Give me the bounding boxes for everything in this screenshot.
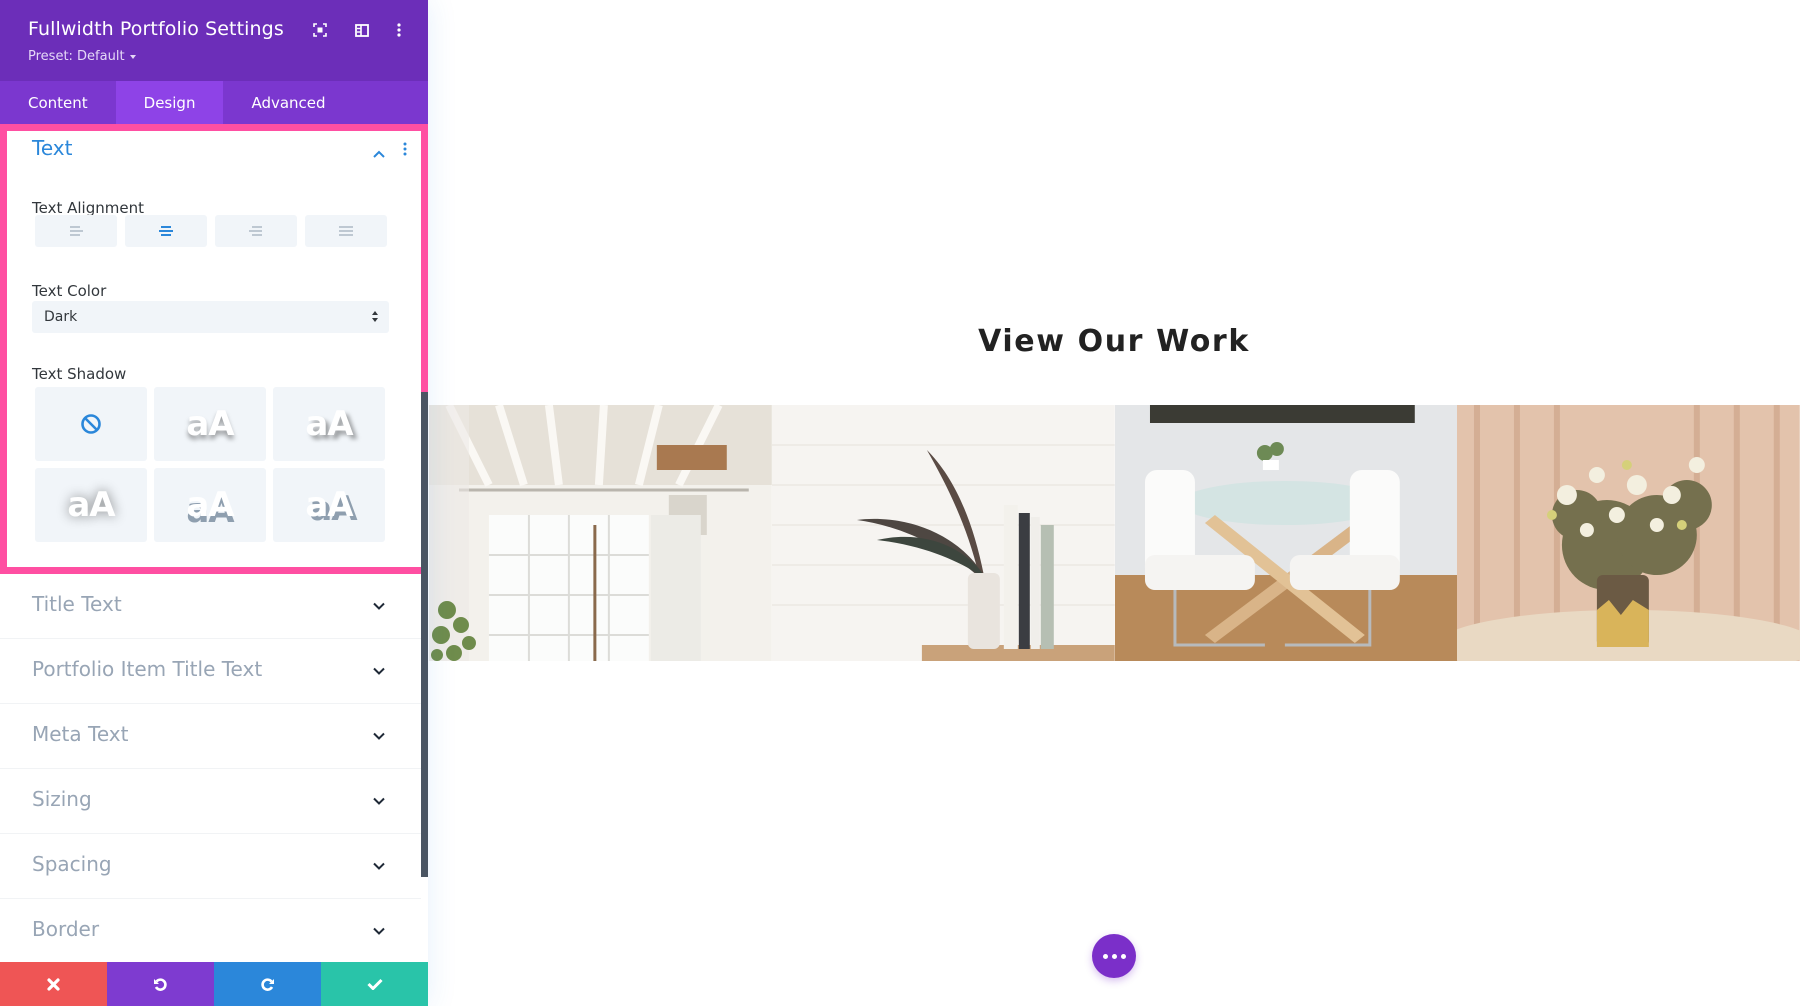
section-options-icon[interactable] [403,141,407,160]
flower-vase-image [1457,405,1800,661]
align-left-button[interactable] [35,215,117,247]
section-label: Portfolio Item Title Text [32,657,263,681]
preset-label: Preset: Default [28,49,125,64]
section-label: Title Text [32,592,122,616]
text-shadow-options: aA aA aA aA aA [35,387,385,542]
align-justify-button[interactable] [305,215,387,247]
panel-footer [0,962,428,1006]
section-title-text[interactable]: Title Text [0,574,421,639]
section-label: Sizing [32,787,92,811]
dot-icon [1120,953,1126,959]
page: Fullwidth Portfolio Settings Preset: Def… [0,0,1800,1006]
tab-design[interactable]: Design [115,81,224,124]
checkmark-icon [366,978,383,990]
align-justify-icon [339,226,353,236]
section-sizing[interactable]: Sizing [0,769,421,834]
portfolio-heading: View Our Work [978,324,1250,359]
dot-icon [1102,953,1108,959]
redo-icon [261,977,274,991]
align-left-icon [70,226,83,236]
page-canvas: View Our Work [428,0,1800,1006]
loft-interior-image [429,405,772,661]
split-view-icon[interactable] [351,20,373,40]
settings-tabs: Content Design Advanced [0,81,428,124]
caret-down-icon [129,54,136,59]
chevron-down-icon [373,732,385,740]
focus-mode-icon[interactable] [309,20,331,40]
text-section: Text Text Alignment Text Color Dark Text… [0,124,428,574]
dining-table-image [1114,405,1458,661]
shadow-preset-1[interactable]: aA [154,387,266,461]
section-spacing[interactable]: Spacing [0,834,421,899]
chevron-down-icon [373,797,385,805]
shadow-preset-3[interactable]: aA [35,468,147,542]
chevron-down-icon [373,927,385,935]
settings-scroll-area: Text Text Alignment Text Color Dark Text… [0,124,428,962]
shadow-preset-2[interactable]: aA [273,387,385,461]
align-right-icon [249,226,262,236]
chevron-down-icon [373,667,385,675]
portfolio-item[interactable] [1114,405,1458,661]
close-icon [47,977,60,991]
shadow-preset-4[interactable]: aA [154,468,266,542]
shadow-preset-5[interactable]: aA [273,468,385,542]
no-shadow-icon [81,414,101,434]
section-portfolio-item-title-text[interactable]: Portfolio Item Title Text [0,639,421,704]
panel-header: Fullwidth Portfolio Settings Preset: Def… [0,0,428,81]
shadow-none-option[interactable] [35,387,147,461]
chevron-down-icon [373,602,385,610]
portfolio-item[interactable] [429,405,772,661]
section-label: Spacing [32,852,112,876]
panel-title: Fullwidth Portfolio Settings [28,18,284,40]
section-border[interactable]: Border [0,899,421,962]
redo-button[interactable] [214,962,321,1006]
align-right-button[interactable] [215,215,297,247]
text-color-label: Text Color [32,282,107,300]
discard-button[interactable] [0,962,107,1006]
text-section-title[interactable]: Text [32,136,72,160]
portfolio-item[interactable] [1457,405,1800,661]
chevron-down-icon [373,862,385,870]
portfolio-item[interactable] [771,405,1115,661]
text-alignment-buttons [35,215,387,247]
undo-button[interactable] [107,962,214,1006]
settings-panel: Fullwidth Portfolio Settings Preset: Def… [0,0,428,1006]
page-settings-button[interactable] [1092,934,1136,978]
plant-books-image [771,405,1115,661]
tab-content[interactable]: Content [0,81,116,124]
text-color-value: Dark [44,309,78,325]
tab-advanced[interactable]: Advanced [223,81,353,124]
section-label: Border [32,917,100,941]
dot-icon [1111,953,1117,959]
panel-scrollbar[interactable] [421,392,428,877]
portfolio-gallery [429,405,1800,661]
save-button[interactable] [321,962,428,1006]
section-meta-text[interactable]: Meta Text [0,704,421,769]
text-shadow-label: Text Shadow [32,365,127,383]
select-arrows-icon [372,311,378,322]
collapsed-sections: Title Text Portfolio Item Title Text Met… [0,574,421,962]
text-color-select[interactable]: Dark [32,301,389,333]
chevron-up-icon[interactable] [373,143,385,162]
more-options-icon[interactable] [388,20,410,40]
preset-dropdown[interactable]: Preset: Default [28,49,136,64]
align-center-icon [159,226,173,236]
undo-icon [154,977,167,991]
align-center-button[interactable] [125,215,207,247]
section-label: Meta Text [32,722,129,746]
